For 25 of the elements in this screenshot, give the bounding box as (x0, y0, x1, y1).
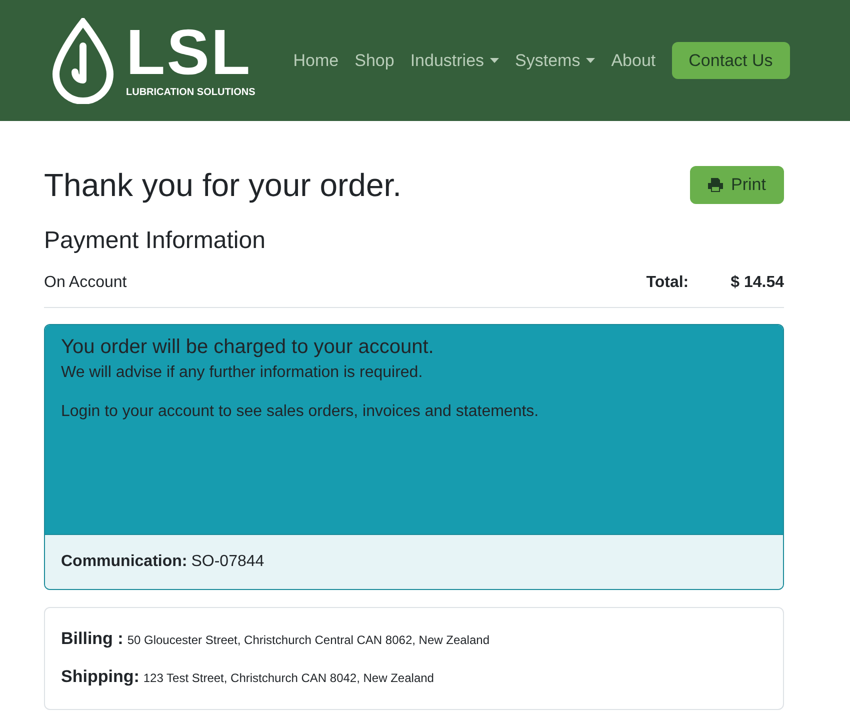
communication-value: SO-07844 (191, 552, 264, 572)
notice-title: You order will be charged to your account. (61, 335, 435, 360)
payment-method: On Account (44, 273, 127, 293)
nav-link[interactable]: Home (293, 48, 339, 74)
nav-link[interactable]: About (611, 48, 656, 74)
total-label: Total: (646, 273, 689, 293)
printer-icon (708, 178, 724, 192)
nav-link[interactable]: Systems (515, 48, 596, 74)
section-title: Payment Information (44, 226, 266, 256)
notice-text: Login to your account to see sales orders, invoices and statements. (61, 402, 540, 422)
logo-tagline: LUBRICATION SOLUTIONS (126, 86, 256, 100)
contact-button[interactable]: Contact Us (672, 42, 790, 79)
address-label: Billing : (61, 628, 124, 650)
notice-text: We will advise if any further information is required. (61, 363, 424, 383)
droplet-logo-icon (50, 18, 116, 104)
nav-link[interactable]: Shop (354, 48, 394, 74)
logo-wordmark: LSL (126, 22, 253, 82)
page-heading: Thank you for your order. (44, 166, 402, 205)
communication-label: Communication: (61, 552, 188, 572)
address-label: Shipping: (61, 666, 140, 688)
total-amount: $ 14.54 (730, 273, 784, 293)
print-button[interactable]: Print (690, 166, 784, 204)
address-text: 123 Test Street, Christchurch CAN 8042, New Zealand (143, 670, 434, 686)
address-text: 50 Gloucester Street, Christchurch Central CAN 8062, New Zealand (127, 632, 490, 649)
nav-link[interactable]: Industries (410, 48, 500, 74)
